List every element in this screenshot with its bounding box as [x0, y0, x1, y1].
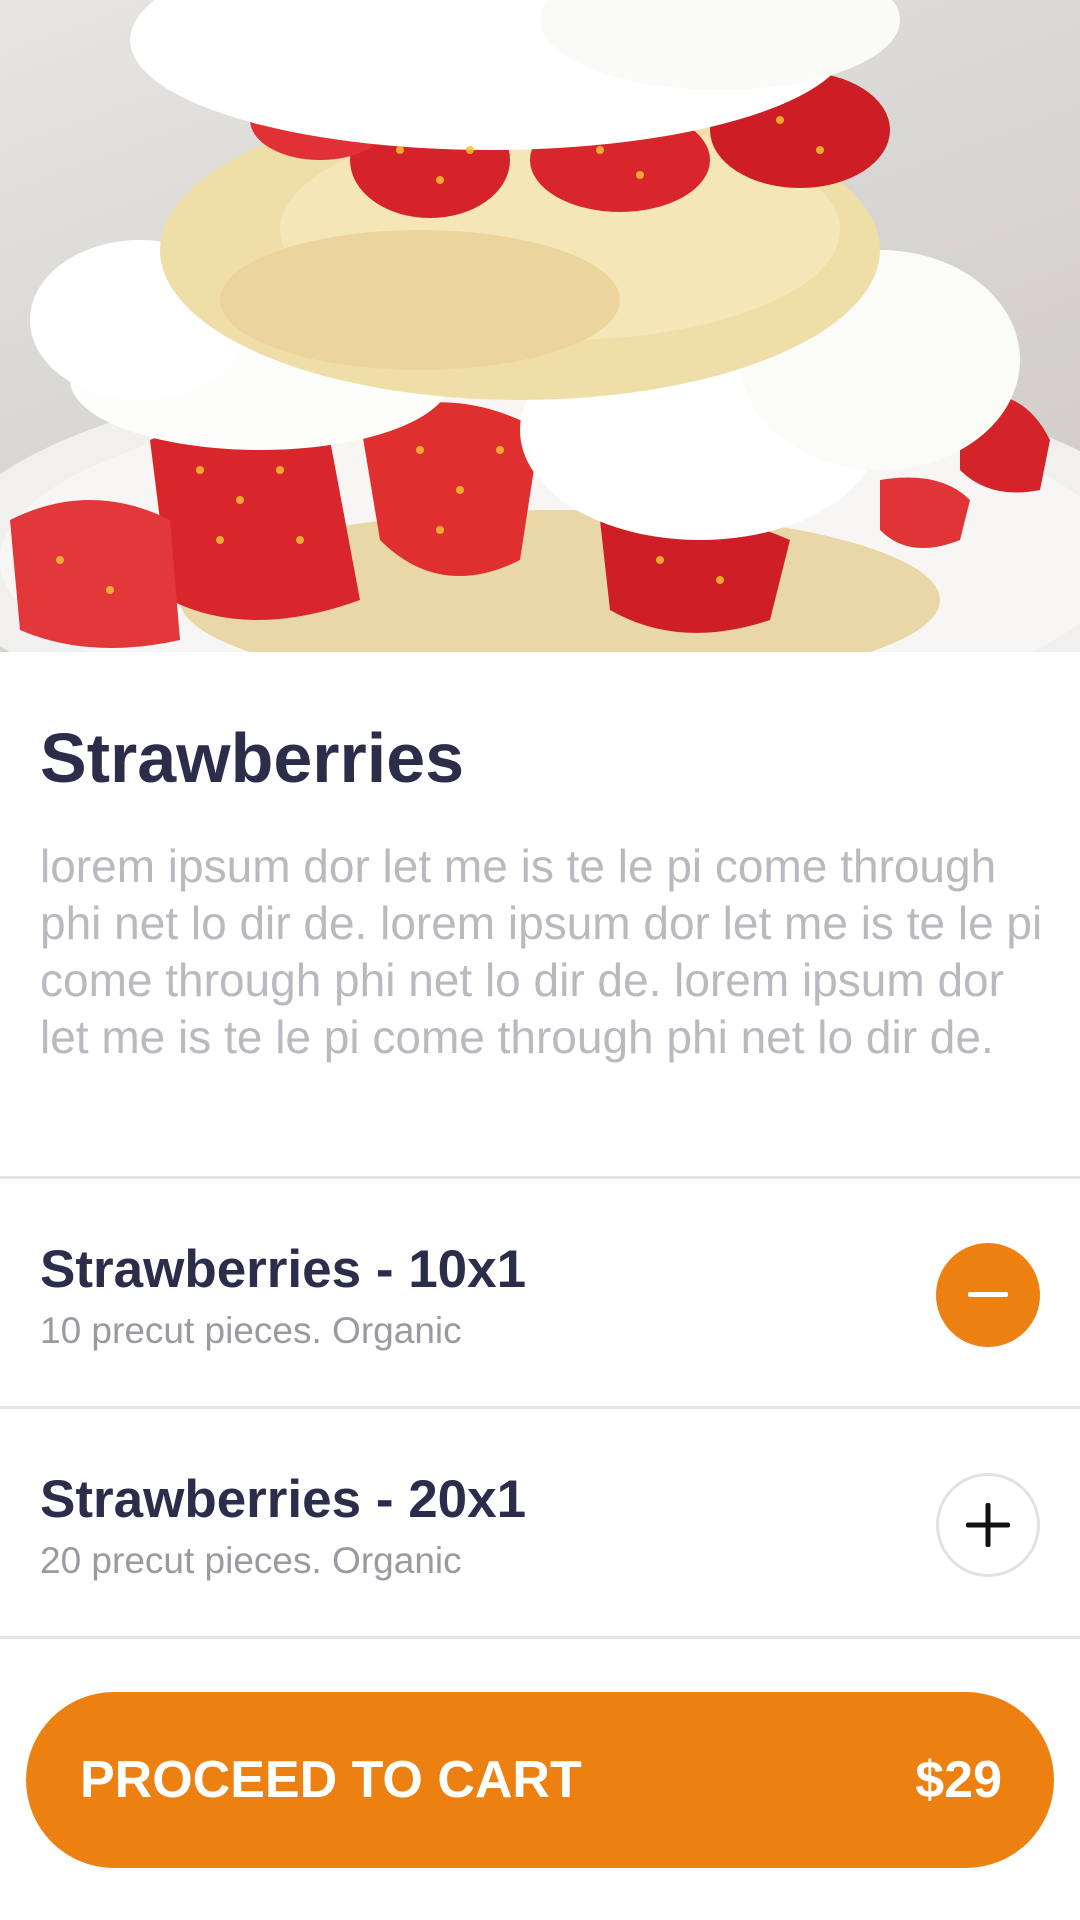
add-option-button[interactable]	[936, 1473, 1040, 1577]
option-name: Strawberries - 10x1	[40, 1240, 527, 1299]
product-image	[0, 0, 1080, 652]
minus-icon	[968, 1292, 1008, 1297]
proceed-to-cart-button[interactable]: PROCEED TO CART $29	[26, 1692, 1054, 1868]
product-detail-screen: Strawberries lorem ipsum dor let me is t…	[0, 0, 1080, 1920]
option-detail: 20 precut pieces. Organic	[40, 1540, 462, 1581]
product-title: Strawberries	[40, 719, 465, 797]
option-row-10x1: Strawberries - 10x1 10 precut pieces. Or…	[0, 1179, 1080, 1405]
option-name: Strawberries - 20x1	[40, 1470, 527, 1529]
remove-option-button[interactable]	[936, 1243, 1040, 1347]
option-row-20x1: Strawberries - 20x1 20 precut pieces. Or…	[0, 1409, 1080, 1635]
divider	[0, 1636, 1080, 1639]
plus-icon	[966, 1503, 1010, 1547]
proceed-to-cart-label: PROCEED TO CART	[80, 1751, 582, 1809]
cart-total-price: $29	[915, 1751, 1002, 1809]
option-detail: 10 precut pieces. Organic	[40, 1310, 462, 1351]
product-description: lorem ipsum dor let me is te le pi come …	[40, 840, 1043, 1063]
